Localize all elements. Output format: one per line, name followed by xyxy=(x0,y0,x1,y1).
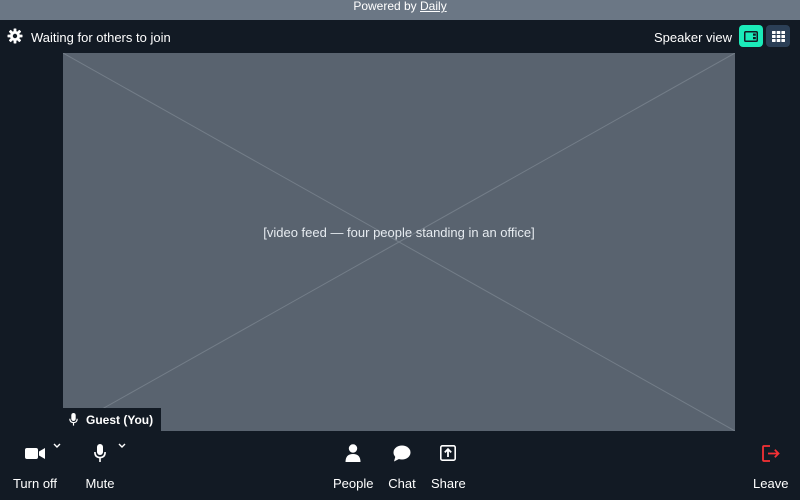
video-placeholder xyxy=(63,53,735,431)
participant-name: Guest (You) xyxy=(86,412,154,427)
share-label: Share xyxy=(431,476,466,491)
gear-icon[interactable] xyxy=(7,28,23,44)
share-icon xyxy=(440,445,457,461)
chat-icon xyxy=(393,445,411,461)
speaker-view-button[interactable] xyxy=(739,25,763,47)
microphone-icon xyxy=(69,413,78,426)
chat-label: Chat xyxy=(388,476,416,491)
video-stage: [video feed — four people standing in an… xyxy=(0,53,800,431)
mute-label: Mute xyxy=(85,476,115,491)
participant-name-tag: Guest (You) xyxy=(63,408,162,431)
grid-view-icon xyxy=(771,30,785,42)
grid-view-button[interactable] xyxy=(766,25,790,47)
leave-label: Leave xyxy=(753,476,789,491)
share-button[interactable]: Share xyxy=(431,441,466,491)
leave-icon xyxy=(761,444,780,462)
people-icon xyxy=(345,444,361,462)
view-mode-label: Speaker view xyxy=(654,30,733,45)
leave-button[interactable]: Leave xyxy=(753,441,788,491)
control-tray: Turn off Mute People Chat Share Leave xyxy=(0,431,800,500)
people-button[interactable]: People xyxy=(333,441,373,491)
chat-button[interactable]: Chat xyxy=(387,441,417,491)
chevron-down-icon[interactable] xyxy=(117,441,127,451)
speaker-view-icon xyxy=(744,30,758,42)
participant-video: [video feed — four people standing in an… xyxy=(63,53,735,431)
camera-label: Turn off xyxy=(12,476,58,491)
waiting-status: Waiting for others to join xyxy=(31,30,171,45)
powered-by-banner: Powered by Daily xyxy=(0,0,800,20)
powered-by-text: Powered by xyxy=(353,0,421,13)
microphone-icon xyxy=(94,444,106,462)
people-label: People xyxy=(333,476,374,491)
chevron-down-icon[interactable] xyxy=(52,441,62,451)
video-caption: [video feed — four people standing in an… xyxy=(263,225,535,240)
top-bar: Waiting for others to join Speaker view xyxy=(0,20,800,53)
camera-icon xyxy=(25,447,45,459)
daily-link[interactable]: Daily xyxy=(420,0,447,13)
mute-button[interactable]: Mute xyxy=(84,441,116,491)
